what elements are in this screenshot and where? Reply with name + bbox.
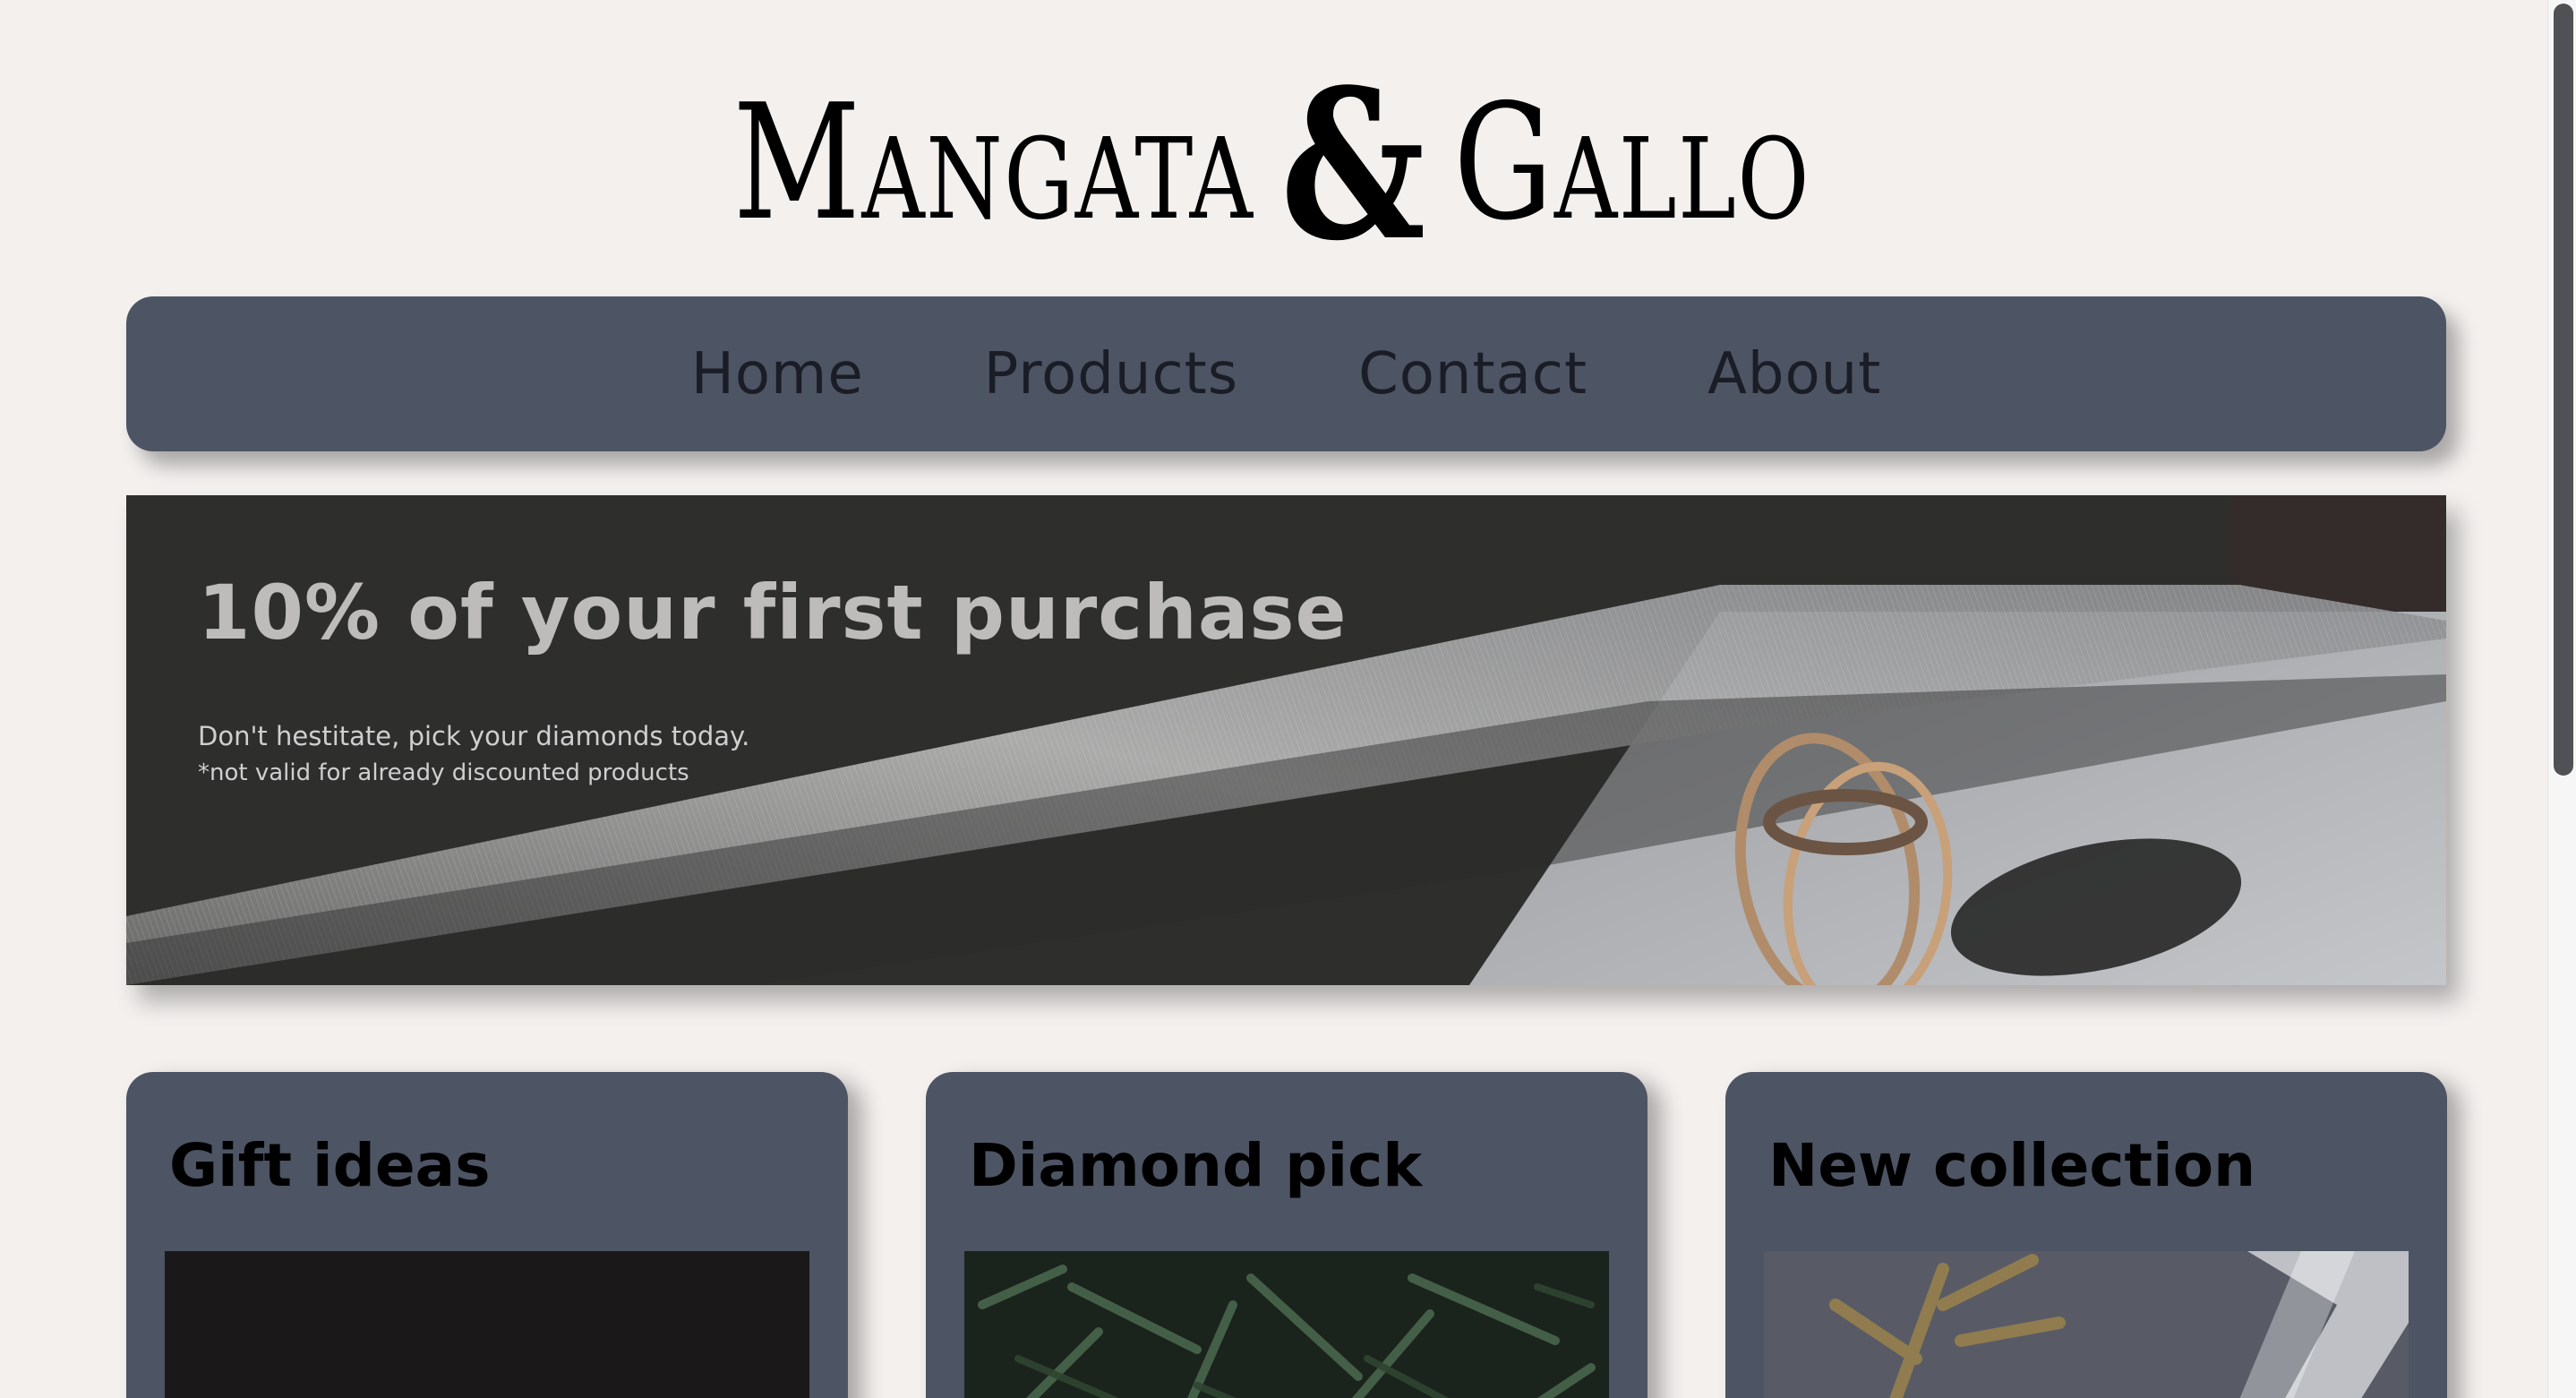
card-gift-ideas[interactable]: Gift ideas (126, 1072, 848, 1398)
card-title: New collection (1768, 1131, 2256, 1200)
card-image-gift (165, 1251, 809, 1398)
logo-wordmark: Mangata & Gallo (732, 63, 1810, 269)
promo-subtitle: Don't hestitate, pick your diamonds toda… (198, 721, 750, 751)
main-nav: Home Products Contact About (126, 296, 2446, 451)
logo-ampersand: & (1279, 45, 1427, 287)
nav-contact-link[interactable]: Contact (1358, 341, 1588, 407)
scrollbar-thumb[interactable] (2554, 4, 2573, 776)
nav-home-link[interactable]: Home (691, 341, 864, 407)
promo-disclaimer: *not valid for already discounted produc… (198, 759, 689, 786)
card-diamond-pick[interactable]: Diamond pick (926, 1072, 1647, 1398)
card-new-collection[interactable]: New collection (1725, 1072, 2447, 1398)
brand-logo[interactable]: Mangata & Gallo (0, 63, 2543, 269)
leaves-photo (964, 1251, 1609, 1398)
promo-title: 10% of your first purchase (198, 569, 1348, 656)
scrollbar[interactable] (2547, 0, 2576, 1398)
nav-about-link[interactable]: About (1707, 341, 1881, 407)
nav-products-link[interactable]: Products (984, 341, 1238, 407)
logo-word-left: Mangata (732, 70, 1254, 255)
card-image-collection (1764, 1251, 2409, 1398)
collection-photo (1764, 1251, 2409, 1398)
card-image-diamond (964, 1251, 1609, 1398)
logo-word-right: Gallo (1453, 70, 1810, 255)
promo-banner[interactable]: 10% of your first purchase Don't hestita… (126, 495, 2446, 985)
card-title: Diamond pick (969, 1131, 1423, 1200)
page: Mangata & Gallo Home Products Contact Abou… (0, 0, 2576, 1398)
card-title: Gift ideas (169, 1131, 491, 1200)
